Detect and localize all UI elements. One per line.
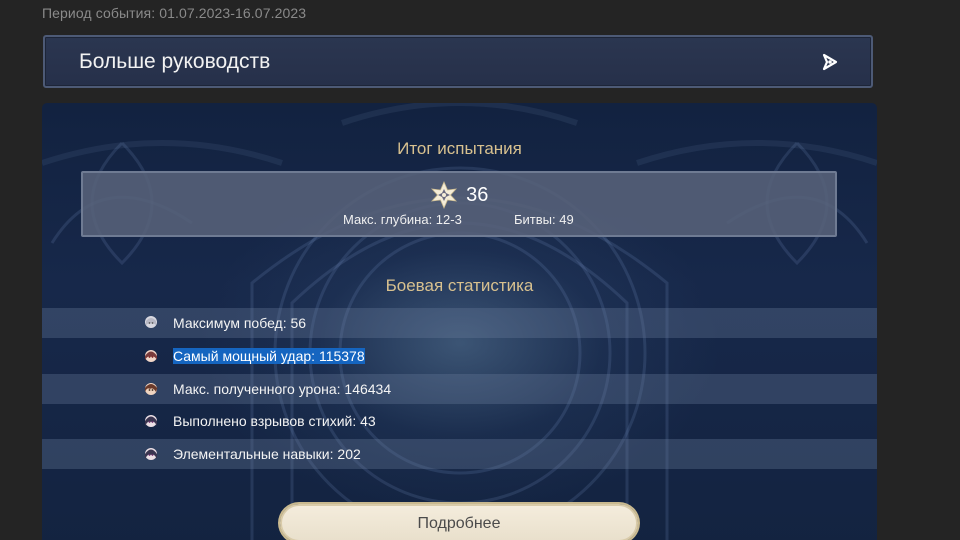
character-avatar-icon [145,415,157,427]
challenge-summary-title: Итог испытания [397,139,522,158]
character-avatar-icon [145,383,158,395]
stat-row-elemental-bursts: Выполнено взрывов стихий: 43 [42,406,877,436]
stat-row-max-wins: Максимум побед: 56 [42,308,877,338]
abyss-star-icon [430,181,457,209]
abyss-results-panel: Итог испытания 36 Макс. глубина: 12-3 Би… [42,103,877,540]
guides-banner-title: Больше руководств [79,50,271,73]
stat-label: Выполнено взрывов стихий: 43 [173,413,376,429]
stat-label: Элементальные навыки: 202 [173,446,361,462]
stat-row-strongest-hit: Самый мощный удар: 115378 [42,341,877,371]
event-period-text: Период события: 01.07.2023-16.07.2023 [42,5,307,21]
stars-count: 36 [466,183,489,206]
details-button[interactable]: Подробнее [280,504,638,540]
stat-row-max-damage-taken: Макс. полученного урона: 146434 [42,374,877,404]
challenge-summary-box: 36 Макс. глубина: 12-3 Битвы: 49 [81,171,837,237]
character-avatar-icon [145,448,157,460]
stat-row-elemental-skills: Элементальные навыки: 202 [42,439,877,469]
arrow-right-icon [822,53,838,71]
character-avatar-icon [145,316,157,328]
battles-count-text: Битвы: 49 [514,212,574,227]
stat-label: Максимум побед: 56 [173,315,307,331]
combat-stats-title: Боевая статистика [385,276,534,295]
more-guides-banner[interactable]: Больше руководств [43,35,873,88]
stat-label: Макс. полученного урона: 146434 [173,381,392,397]
stars-display: 36 [83,181,835,209]
details-button-label: Подробнее [417,515,501,532]
stat-label: Самый мощный удар: 115378 [173,348,365,364]
page: Период события: 01.07.2023-16.07.2023 Бо… [0,0,960,540]
max-depth-text: Макс. глубина: 12-3 [343,212,462,227]
character-avatar-icon [145,350,157,362]
